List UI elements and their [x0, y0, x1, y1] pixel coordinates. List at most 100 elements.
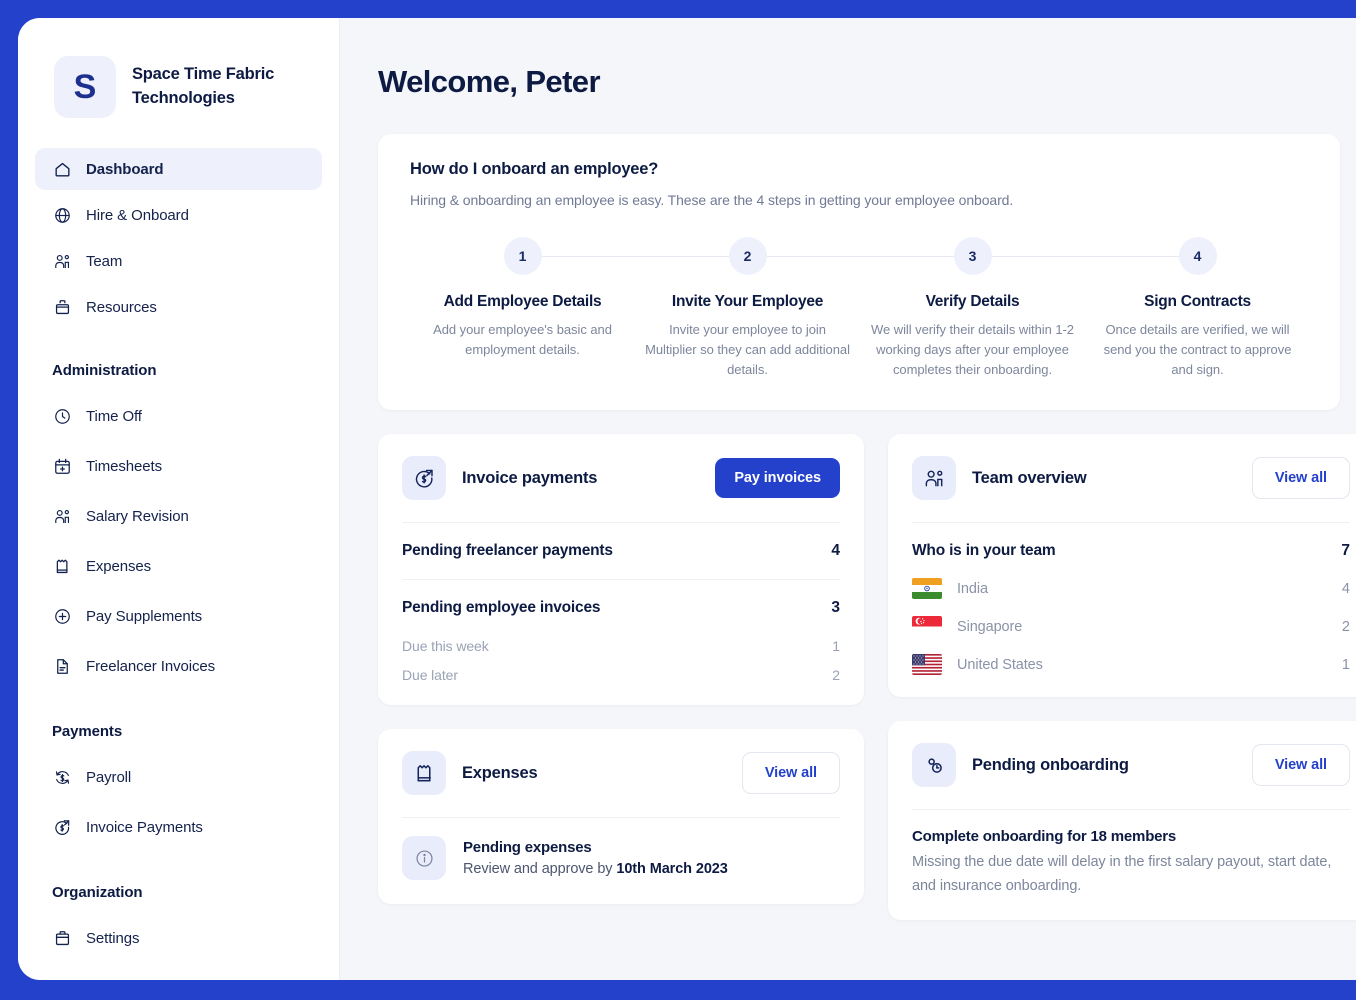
team-country-row[interactable]: India 4 [888, 570, 1356, 608]
country-name: India [957, 580, 988, 597]
row-count: 4 [831, 542, 840, 560]
step-description: Once details are verified, we will send … [1103, 322, 1292, 378]
clock-icon [52, 406, 72, 426]
plus-circle-icon [52, 606, 72, 626]
pending-expenses-subtitle: Review and approve by 10th March 2023 [463, 861, 728, 877]
card-header: Pending onboarding View all [888, 721, 1356, 809]
pending-freelancer-payments-row[interactable]: Pending freelancer payments 4 [378, 523, 864, 579]
sidebar-item-label: Pay Supplements [86, 607, 203, 625]
expenses-view-all-button[interactable]: View all [741, 752, 840, 795]
pending-expenses-title: Pending expenses [463, 839, 592, 857]
sidebar-item-pay-supplements[interactable]: Pay Supplements [35, 593, 322, 639]
pending-onboarding-body: Complete onboarding for 18 members Missi… [888, 810, 1356, 919]
sidebar-section-payments: Payroll Invoice Payments [18, 754, 339, 850]
subrow-label: Due later [402, 667, 458, 684]
sidebar-item-settings[interactable]: Settings [35, 915, 322, 961]
onboarding-view-all-button[interactable]: View all [1251, 744, 1350, 787]
step-title: Add Employee Details [443, 293, 602, 310]
people-icon [52, 506, 72, 526]
primary-nav: Dashboard Hire & Onboard Team Resources [18, 118, 339, 328]
dollar-arrow-icon [52, 817, 72, 837]
card-column-left: Invoice payments Pay invoices Pending fr… [378, 434, 864, 905]
step-description: We will verify their details within 1-2 … [871, 322, 1074, 378]
step-title: Sign Contracts [1144, 293, 1251, 310]
sidebar-item-label: Invoice Payments [86, 818, 203, 836]
sidebar-item-label: Timesheets [86, 457, 162, 475]
dollar-arrow-icon [402, 456, 446, 501]
briefcase-icon [52, 297, 72, 317]
sidebar-item-hire-onboard[interactable]: Hire & Onboard [35, 194, 322, 236]
pending-employee-invoices-row[interactable]: Pending employee invoices 3 [378, 580, 864, 636]
document-icon [52, 656, 72, 676]
team-view-all-button[interactable]: View all [1251, 457, 1350, 500]
step-description: Invite your employee to join Multiplier … [645, 322, 850, 378]
pending-clock-icon [912, 743, 956, 788]
expenses-card: Expenses View all Pending expenses Revie… [378, 729, 864, 905]
row-label: Who is in your team [912, 542, 1056, 560]
flag-united-states-icon [912, 654, 942, 676]
sidebar-item-label: Team [86, 252, 123, 270]
sidebar-item-team[interactable]: Team [35, 240, 322, 282]
onboarding-step: 4 Sign Contracts Once details are verifi… [1085, 234, 1310, 380]
card-header: Expenses View all [378, 729, 864, 817]
globe-icon [52, 205, 72, 225]
brand-block[interactable]: S Space Time Fabric Technologies [18, 18, 339, 118]
pending-expenses-date: 10th March 2023 [616, 861, 728, 878]
onboarding-step: 3 Verify Details We will verify their de… [860, 234, 1085, 380]
sidebar-item-timesheets[interactable]: Timesheets [35, 443, 322, 489]
main-content: Welcome, Peter How do I onboard an emplo… [340, 18, 1356, 980]
pay-invoices-button[interactable]: Pay invoices [715, 458, 840, 499]
sidebar-item-resources[interactable]: Resources [35, 286, 322, 328]
sidebar-item-label: Settings [86, 929, 140, 947]
row-label: Pending freelancer payments [402, 542, 613, 560]
onboarding-step: 1 Add Employee Details Add your employee… [410, 234, 635, 380]
people-icon [52, 251, 72, 271]
sidebar-item-label: Hire & Onboard [86, 206, 189, 224]
step-marker-row: 3 [860, 234, 1085, 278]
card-header: Invoice payments Pay invoices [378, 434, 864, 522]
people-icon [912, 456, 956, 501]
step-title: Invite Your Employee [671, 293, 824, 310]
sidebar-item-label: Salary Revision [86, 507, 189, 525]
country-left: United States [912, 654, 1043, 676]
dollar-refresh-icon [52, 767, 72, 787]
sidebar-item-label: Freelancer Invoices [86, 657, 215, 675]
step-number-badge: 4 [1178, 237, 1217, 275]
pending-expenses-row[interactable]: Pending expenses Review and approve by 1… [378, 818, 864, 904]
dashboard-cards: How do I onboard an employee? Hiring & o… [340, 100, 1356, 920]
due-this-week-row: Due this week 1 [378, 636, 864, 665]
sidebar-item-label: Payroll [86, 768, 132, 786]
sidebar-item-expenses[interactable]: Expenses [35, 543, 322, 589]
sidebar-item-freelancer-invoices[interactable]: Freelancer Invoices [35, 643, 322, 689]
sidebar-item-label: Time Off [86, 407, 142, 425]
briefcase-icon [52, 928, 72, 948]
sidebar-item-label: Dashboard [86, 160, 164, 178]
sidebar-item-dashboard[interactable]: Dashboard [35, 148, 322, 190]
step-number-badge: 3 [953, 237, 992, 275]
step-number-badge: 2 [728, 237, 767, 275]
step-title: Verify Details [925, 293, 1020, 310]
subrow-label: Due this week [402, 638, 489, 655]
sidebar-item-time-off[interactable]: Time Off [35, 393, 322, 439]
step-marker-row: 4 [1085, 234, 1310, 278]
card-header: Team overview View all [888, 434, 1356, 522]
sidebar-item-label: Expenses [86, 557, 152, 575]
onboarding-question: How do I onboard an employee? [410, 160, 659, 178]
subrow-count: 1 [832, 638, 840, 655]
team-country-row[interactable]: Singapore 2 [888, 608, 1356, 646]
pending-expenses-text: Pending expenses Review and approve by 1… [463, 839, 728, 877]
sidebar-section-payments-title: Payments [52, 723, 123, 740]
card-title: Expenses [462, 763, 538, 782]
sidebar-item-salary-revision[interactable]: Salary Revision [35, 493, 322, 539]
sidebar-item-payroll[interactable]: Payroll [35, 754, 322, 800]
team-country-row[interactable]: United States 1 [888, 646, 1356, 697]
sidebar-section-organization: Settings [18, 915, 339, 961]
pending-expenses-prefix: Review and approve by [463, 861, 617, 878]
window-frame: S Space Time Fabric Technologies Dashboa… [0, 0, 1356, 1000]
sidebar-item-invoice-payments[interactable]: Invoice Payments [35, 804, 322, 850]
country-left: India [912, 578, 988, 600]
card-title: Invoice payments [462, 468, 598, 487]
pending-onboarding-description: Missing the due date will delay in the f… [912, 854, 1332, 894]
card-title: Pending onboarding [972, 755, 1129, 774]
onboarding-step-list: 1 Add Employee Details Add your employee… [410, 234, 1310, 380]
